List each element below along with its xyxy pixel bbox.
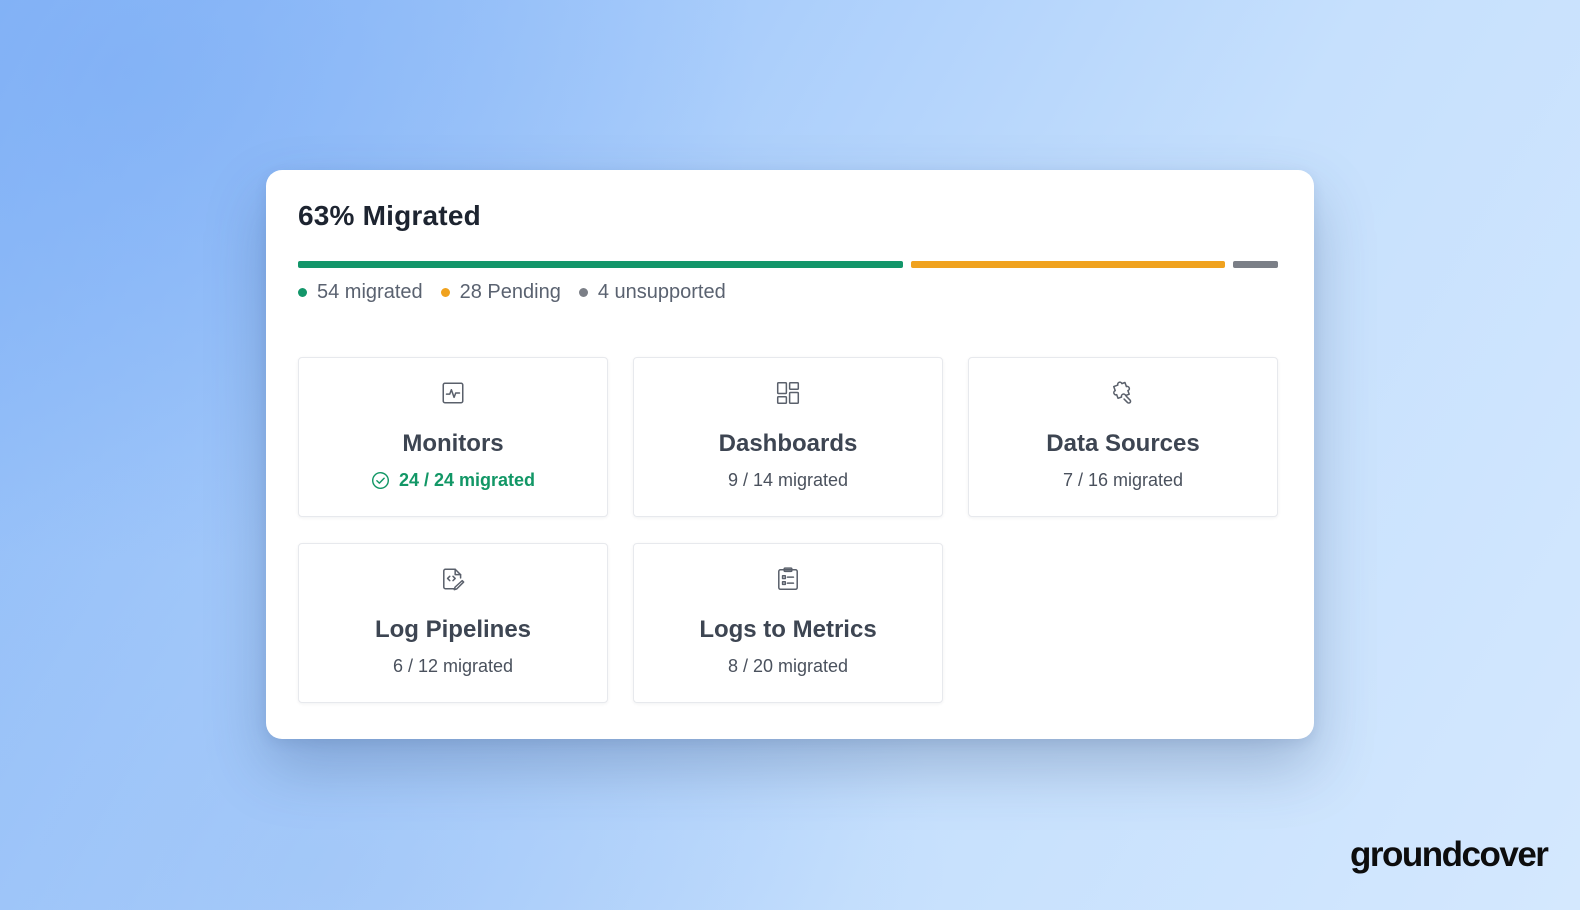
puzzle-piece-icon (1110, 380, 1136, 406)
tile-dashboards[interactable]: Dashboards 9 / 14 migrated (633, 357, 943, 517)
tile-status: 9 / 14 migrated (634, 470, 942, 491)
legend-label-migrated: 54 migrated (317, 281, 423, 303)
tile-data-sources[interactable]: Data Sources 7 / 16 migrated (968, 357, 1278, 517)
legend-item-migrated: 54 migrated (298, 281, 423, 304)
tile-status: 6 / 12 migrated (299, 656, 607, 677)
tile-title: Dashboards (718, 430, 858, 457)
tile-status-label: 6 / 12 migrated (392, 656, 514, 676)
progress-legend: 54 migrated 28 Pending 4 unsupported (298, 281, 744, 304)
tile-title: Log Pipelines (374, 616, 532, 643)
migration-progress-bar (298, 261, 1278, 268)
check-circle-icon (371, 471, 390, 490)
progress-segment-pending (911, 261, 1226, 268)
monitor-pulse-icon (440, 380, 466, 406)
legend-item-pending: 28 Pending (440, 281, 561, 304)
legend-item-unsupported: 4 unsupported (578, 281, 726, 304)
tile-title: Monitors (402, 430, 504, 457)
legend-dot-migrated (298, 288, 307, 297)
progress-segment-unsupported (1233, 261, 1278, 268)
tile-status: 24 / 24 migrated (299, 470, 607, 491)
tile-title: Logs to Metrics (699, 616, 877, 643)
tile-log-pipelines[interactable]: Log Pipelines 6 / 12 migrated (298, 543, 608, 703)
tile-status-label: 24 / 24 migrated (398, 470, 536, 490)
tile-status: 7 / 16 migrated (969, 470, 1277, 491)
tile-status-label: 8 / 20 migrated (727, 656, 849, 676)
tile-logs-to-metrics[interactable]: Logs to Metrics 8 / 20 migrated (633, 543, 943, 703)
tile-title: Data Sources (1046, 430, 1200, 457)
clipboard-list-icon (775, 566, 801, 592)
migration-status-card: 63% Migrated 54 migrated 28 Pending 4 un… (266, 170, 1314, 739)
tile-status-label: 9 / 14 migrated (727, 470, 849, 490)
dashboard-layout-icon (775, 380, 801, 406)
legend-label-pending: 28 Pending (459, 281, 561, 303)
progress-segment-migrated (298, 261, 904, 268)
tile-monitors[interactable]: Monitors 24 / 24 migrated (298, 357, 608, 517)
legend-dot-pending (440, 288, 450, 297)
tile-status: 8 / 20 migrated (634, 656, 942, 677)
legend-dot-unsupported (578, 288, 588, 297)
legend-label-unsupported: 4 unsupported (597, 281, 726, 303)
file-code-icon (440, 566, 466, 592)
page-title: 63% Migrated (298, 200, 481, 231)
brand-logo: groundcover (1350, 835, 1549, 874)
tile-status-label: 7 / 16 migrated (1062, 470, 1184, 490)
